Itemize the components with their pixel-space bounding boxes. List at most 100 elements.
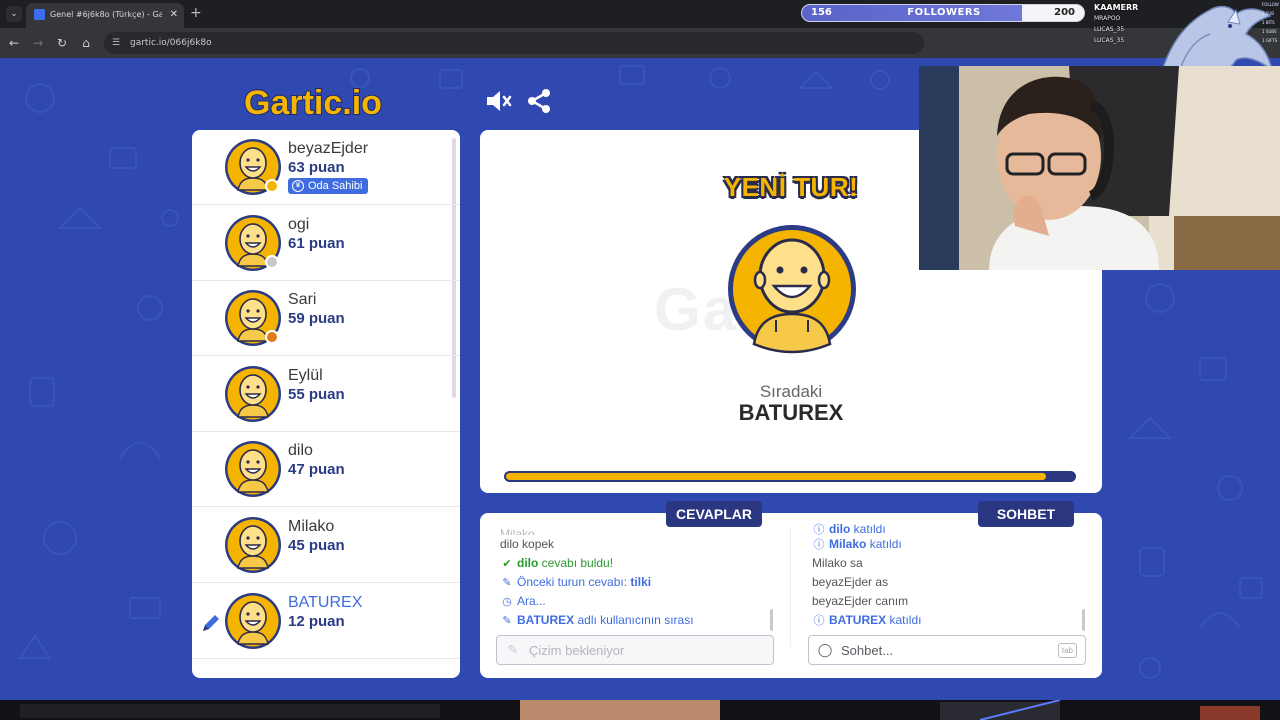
webcam-video [919, 66, 1280, 270]
player-points: 12 puan [288, 612, 345, 630]
round-timer-bar [504, 471, 1076, 482]
message-text: katıldı [853, 523, 886, 535]
pencil-icon: ✎ [502, 615, 512, 627]
share-icon[interactable] [526, 88, 552, 114]
answer-input[interactable]: ✎ Çizim bekleniyor [496, 635, 774, 665]
chat-message: Milako sa [812, 554, 1072, 573]
chat-bubble-icon: ◯ [817, 643, 833, 658]
panel-divider [790, 527, 791, 647]
side-label: 1 BITS [1262, 20, 1275, 25]
player-row[interactable]: Sari 59 puan [192, 281, 460, 357]
tab-search-icon[interactable]: ⌄ [6, 6, 22, 22]
player-row[interactable]: ogi 61 puan [192, 206, 460, 281]
favicon-icon [34, 9, 45, 20]
room-owner-badge: ♛ Oda Sahibi [288, 178, 369, 194]
message-author: beyazEjder [812, 575, 873, 589]
player-row[interactable]: beyazEjder 63 puan ♛ Oda Sahibi [192, 130, 460, 205]
overlay-side-labels: FOLLOW 1 SUB 1 BITS 1 SUBS 1 GIFTS [1262, 0, 1280, 45]
player-row[interactable]: Eylül 55 puan [192, 357, 460, 432]
close-tab-icon[interactable]: ✕ [170, 8, 178, 22]
clock-icon: ◷ [502, 596, 512, 608]
answers-scrollbar[interactable] [770, 609, 773, 631]
message-author: Milako [829, 537, 867, 551]
tab-answers[interactable]: CEVAPLAR [666, 501, 762, 527]
player-points: 47 puan [288, 461, 345, 479]
side-label: 1 SUB [1262, 11, 1275, 16]
chat-scrollbar[interactable] [1082, 609, 1085, 631]
logo-text: Gartic.io [244, 84, 382, 122]
turn-message: ✎ BATUREX adlı kullanıcının sırası [500, 611, 770, 630]
chat-message: ⓘ BATUREX katıldı [812, 611, 1072, 630]
home-icon[interactable]: ⌂ [78, 35, 94, 51]
browser-tab[interactable]: Genel #6j6k8o (Türkçe) - Gartic ✕ [26, 3, 184, 28]
tab-title: Genel #6j6k8o (Türkçe) - Gartic [50, 10, 162, 19]
drawing-pencil-icon [203, 614, 219, 631]
answers-list: Milako ... dilo kopek ✔ dilo cevabı buldu… [500, 525, 770, 633]
chat-message: ⓘ dilo katıldı [812, 523, 1072, 535]
player-name: ogi [288, 215, 310, 233]
message-author: dilo [829, 523, 851, 535]
new-tab-icon[interactable]: + [190, 5, 202, 21]
faded-message: Milako ... [500, 527, 549, 535]
next-player-label: Sıradaki [759, 382, 823, 401]
player-points: 45 puan [288, 537, 345, 554]
followers-goal-bar: FOLLOWERS 156 200 [801, 4, 1085, 22]
followers-label: FOLLOWERS [907, 7, 981, 18]
forward-icon[interactable]: → [30, 35, 46, 51]
interval-message: ◷ Ara... [500, 592, 770, 611]
crown-icon: ♛ [292, 180, 304, 192]
answer-input-placeholder: Çizim bekleniyor [529, 643, 625, 658]
message-text: canım [875, 594, 909, 608]
reload-icon[interactable]: ↻ [54, 35, 70, 51]
player-avatar [224, 592, 282, 650]
player-row[interactable]: dilo 47 puan [192, 432, 460, 508]
url-text: gartic.io/066j6k8o [130, 38, 212, 48]
message-text: cevabı buldu! [541, 556, 614, 570]
answer-message: dilo kopek [500, 535, 770, 554]
message-author: dilo [500, 537, 519, 551]
chat-message: ⓘ Milako katıldı [812, 535, 1072, 554]
check-icon: ✔ [502, 558, 512, 570]
player-status-dot [265, 179, 279, 193]
answer-correct-message: ✔ dilo cevabı buldu! [500, 554, 770, 573]
message-author: Milako [812, 556, 847, 570]
player-points: 55 puan [288, 385, 345, 403]
info-icon: ⓘ [813, 615, 825, 627]
player-name: Milako [288, 518, 335, 535]
browser-toolbar: ← → ↻ ⌂ ☰ gartic.io/066j6k8o [0, 28, 1280, 58]
gartic-logo[interactable]: Gartic.io [242, 82, 412, 122]
message-text: katıldı [869, 537, 902, 551]
message-text: as [875, 575, 889, 589]
round-timer-fill [506, 473, 1046, 480]
player-status-dot [265, 254, 279, 269]
next-player-name: BATUREX [738, 400, 844, 425]
players-panel: beyazEjder 63 puan ♛ Oda Sahibi ogi 61 puan … [192, 130, 460, 678]
player-name: Eylül [288, 366, 323, 384]
player-avatar [224, 516, 282, 574]
player-name: Sari [288, 291, 317, 309]
tab-key-hint: tab [1057, 643, 1077, 658]
player-name: beyazEjder [288, 140, 369, 157]
owner-badge-label: Oda Sahibi [308, 180, 363, 192]
player-avatar [224, 440, 282, 498]
chat-input[interactable]: ◯ Sohbet... tab [808, 635, 1086, 665]
back-icon[interactable]: ← [6, 35, 22, 51]
address-bar[interactable]: ☰ gartic.io/066j6k8o [104, 32, 924, 54]
followers-current: 156 [811, 7, 832, 18]
pencil-icon: ✎ [507, 643, 519, 658]
info-icon: ⓘ [813, 539, 825, 551]
message-text: Ara... [517, 594, 546, 608]
sound-muted-icon[interactable] [484, 88, 512, 114]
desk-strip [0, 700, 1280, 720]
chat-list: ⓘ dilo katıldı ⓘ Milako katıldı Milako sa … [812, 523, 1072, 631]
message-text: sa [850, 556, 863, 570]
message-author: BATUREX [517, 613, 575, 627]
pencil-icon: ✎ [502, 577, 512, 589]
side-label: FOLLOW [1262, 2, 1279, 7]
site-info-icon[interactable]: ☰ [112, 37, 124, 49]
player-row[interactable]: BATUREX 12 puan [192, 584, 460, 659]
message-author: beyazEjder [812, 594, 873, 608]
browser-tab-bar: ⌄ Genel #6j6k8o (Türkçe) - Gartic ✕ + [0, 0, 1280, 28]
player-row[interactable]: Milako 45 puan [192, 508, 460, 583]
message-text: Önceki turun cevabı: [517, 575, 628, 589]
